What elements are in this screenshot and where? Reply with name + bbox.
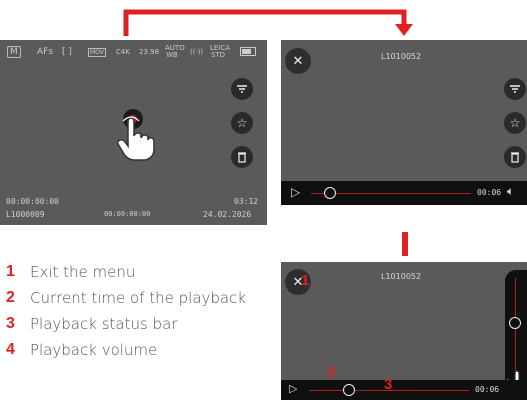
legend-item: 4 Playback volume bbox=[6, 340, 157, 360]
legend-text: Playback status bar bbox=[30, 315, 178, 333]
date: 24.02.2026 bbox=[203, 210, 252, 219]
live-view-screen: M AFs [ ] MOV C4K 23.98 AUTO WB ((·)) LE… bbox=[0, 40, 267, 225]
file-format: MOV bbox=[88, 48, 106, 57]
legend-number: 1 bbox=[6, 263, 15, 280]
metering-icon: [ ] bbox=[62, 47, 72, 57]
trash-icon bbox=[511, 152, 519, 163]
legend-item: 3 Playback status bar bbox=[6, 314, 177, 334]
legend-number: 3 bbox=[6, 315, 15, 332]
current-time: 00:06 bbox=[475, 385, 500, 394]
mode-indicator: M bbox=[7, 46, 21, 58]
play-button[interactable]: ▷ bbox=[289, 382, 297, 395]
film-style: LEICA STD bbox=[210, 44, 231, 59]
filter-icon bbox=[510, 85, 520, 93]
legend-text: Current time of the playback bbox=[30, 289, 247, 307]
volume-knob[interactable] bbox=[509, 317, 521, 329]
file-name: L1010052 bbox=[381, 52, 422, 61]
remaining-time: 03:12 bbox=[234, 197, 259, 206]
callout-3: 3 bbox=[384, 376, 393, 393]
filter-button[interactable] bbox=[231, 78, 253, 100]
delete-button[interactable] bbox=[504, 146, 526, 168]
volume-button[interactable]: 🔈︎ bbox=[507, 184, 514, 199]
star-icon: ☆ bbox=[236, 116, 248, 130]
callout-1: 1 bbox=[301, 272, 310, 289]
frame-rate: 23.98 bbox=[139, 48, 160, 56]
trash-icon bbox=[238, 152, 246, 163]
legend-text: Playback volume bbox=[30, 341, 158, 359]
center-timer: 00:00:00:00 bbox=[104, 210, 151, 218]
close-icon: ✕ bbox=[292, 53, 304, 69]
white-balance: AUTO WB bbox=[165, 44, 185, 59]
legend-item: 2 Current time of the playback bbox=[6, 288, 246, 308]
file-name: L1010052 bbox=[381, 272, 422, 281]
legend-number: 2 bbox=[6, 289, 15, 306]
callout-2: 2 bbox=[327, 364, 336, 381]
playback-control-bar: ▷ 00:06 🔈︎ bbox=[281, 181, 527, 205]
tap-hand-icon bbox=[117, 116, 155, 161]
star-icon: ☆ bbox=[509, 116, 521, 130]
af-mode: AFs bbox=[37, 47, 54, 57]
favorite-button[interactable]: ☆ bbox=[504, 112, 526, 134]
legend-number: 4 bbox=[6, 341, 15, 358]
detail-screen: ✕ 1 L1010052 4 ▷ 00:06 2 3 bbox=[281, 262, 527, 400]
timecode: 00:00:00:00 bbox=[6, 197, 59, 206]
playback-control-bar: ▷ 00:06 bbox=[281, 380, 527, 400]
progress-knob[interactable] bbox=[324, 187, 337, 199]
file-counter: L1000009 bbox=[6, 210, 45, 219]
playback-screen: ✕ L1010052 ☆ ▷ 00:06 🔈︎ bbox=[281, 40, 527, 205]
play-button[interactable]: ▷ bbox=[291, 185, 300, 199]
legend-text: Exit the menu bbox=[30, 263, 136, 281]
progress-knob[interactable] bbox=[343, 384, 355, 396]
filter-icon bbox=[237, 85, 247, 93]
speaker-icon: 🔈︎ bbox=[507, 184, 515, 198]
favorite-button[interactable]: ☆ bbox=[231, 112, 253, 134]
legend-item: 1 Exit the menu bbox=[6, 262, 135, 282]
battery-icon bbox=[240, 47, 256, 56]
resolution: C4K bbox=[116, 48, 130, 56]
stabilization-icon: ((·)) bbox=[190, 48, 204, 56]
filter-button[interactable] bbox=[504, 78, 526, 100]
current-time: 00:06 bbox=[477, 188, 502, 197]
close-button[interactable]: ✕ bbox=[285, 48, 311, 74]
delete-button[interactable] bbox=[231, 146, 253, 168]
